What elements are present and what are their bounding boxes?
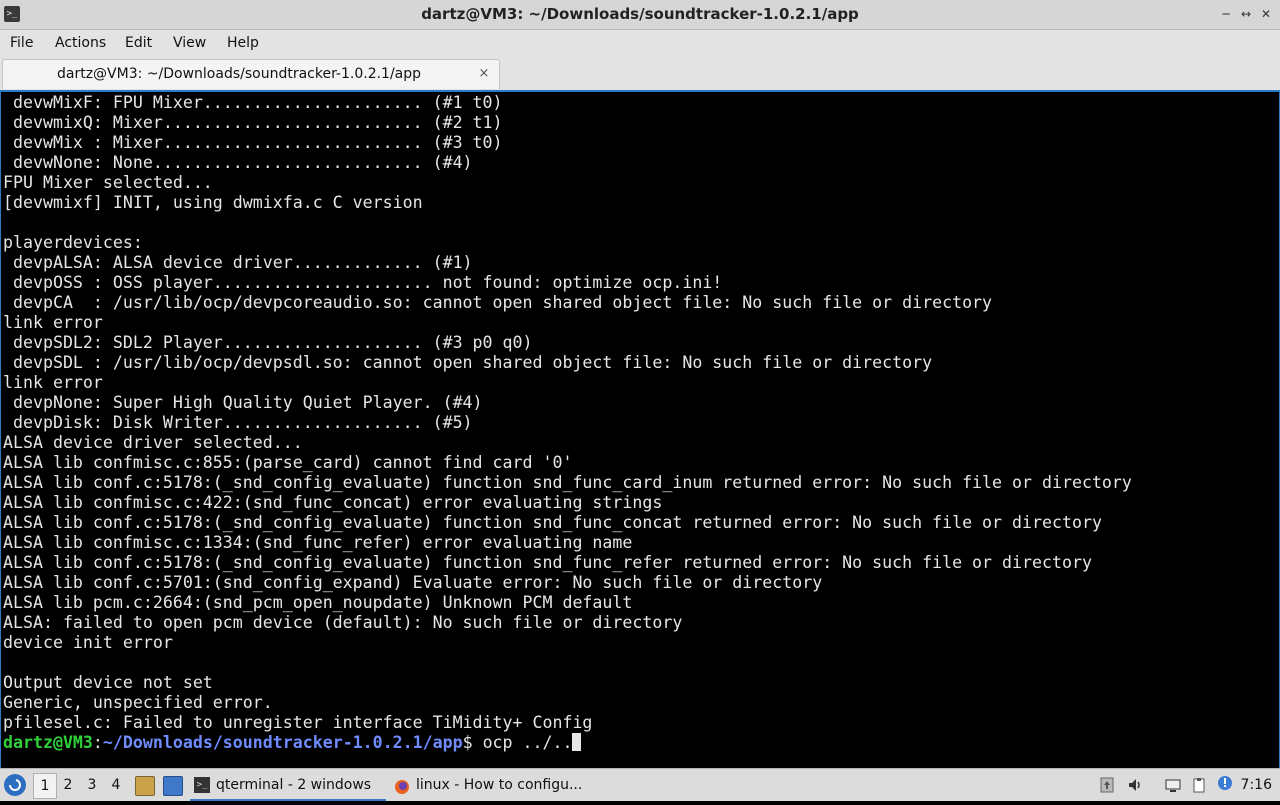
taskbar: 1 2 3 4 >_ qterminal - 2 windows linux -… bbox=[0, 768, 1280, 801]
terminal-line: devpALSA: ALSA device driver............… bbox=[3, 253, 473, 272]
terminal-output: devwMixF: FPU Mixer.....................… bbox=[3, 93, 1132, 753]
terminal-line: devwMix : Mixer.........................… bbox=[3, 133, 503, 152]
clipboard-icon[interactable] bbox=[1190, 776, 1208, 794]
terminal-line: devpSDL : /usr/lib/ocp/devpsdl.so: canno… bbox=[3, 353, 933, 372]
terminal-line: ALSA lib conf.c:5178:(_snd_config_evalua… bbox=[3, 553, 1092, 572]
file-manager-icon[interactable] bbox=[135, 776, 155, 796]
terminal-line: device init error bbox=[3, 633, 173, 652]
workspace-3[interactable]: 3 bbox=[81, 773, 103, 797]
terminal-line: ALSA lib conf.c:5178:(_snd_config_evalua… bbox=[3, 513, 1102, 532]
lxqt-start-icon[interactable] bbox=[4, 774, 26, 796]
firefox-icon bbox=[394, 777, 410, 794]
terminal-icon: >_ bbox=[194, 777, 210, 793]
update-icon[interactable] bbox=[1098, 776, 1116, 794]
network-icon[interactable] bbox=[1164, 776, 1182, 794]
terminal-line: ALSA: failed to open pcm device (default… bbox=[3, 613, 683, 632]
terminal-line: devpSDL2: SDL2 Player...................… bbox=[3, 333, 533, 352]
terminal-line: [devwmixf] INIT, using dwmixfa.c C versi… bbox=[3, 193, 423, 212]
terminal-line: devpCA : /usr/lib/ocp/devpcoreaudio.so: … bbox=[3, 293, 993, 312]
text-cursor bbox=[572, 733, 582, 751]
close-icon[interactable]: ✕ bbox=[1258, 6, 1274, 22]
terminal-line: ALSA lib confmisc.c:422:(snd_func_concat… bbox=[3, 493, 663, 512]
terminal-line: Generic, unspecified error. bbox=[3, 693, 273, 712]
terminal-line: devpDisk: Disk Writer...................… bbox=[3, 413, 473, 432]
terminal-line: ALSA device driver selected... bbox=[3, 433, 303, 452]
minimize-icon[interactable]: ─ bbox=[1218, 6, 1234, 22]
terminal-line: pfilesel.c: Failed to unregister interfa… bbox=[3, 713, 593, 732]
clock[interactable]: 7:16 bbox=[1241, 769, 1272, 801]
prompt-separator: : bbox=[92, 733, 103, 752]
window-title: dartz@VM3: ~/Downloads/soundtracker-1.0.… bbox=[421, 5, 859, 23]
workspace-4[interactable]: 4 bbox=[105, 773, 127, 797]
terminal-area[interactable]: devwMixF: FPU Mixer.....................… bbox=[0, 90, 1280, 769]
terminal-line: Output device not set bbox=[3, 673, 213, 692]
menu-bar: File Actions Edit View Help bbox=[0, 30, 1280, 57]
terminal-line: devwMixF: FPU Mixer.....................… bbox=[3, 93, 503, 112]
maximize-icon[interactable]: ↔ bbox=[1238, 6, 1254, 22]
workspace-2[interactable]: 2 bbox=[57, 773, 79, 797]
terminal-line: ALSA lib conf.c:5701:(snd_config_expand)… bbox=[3, 573, 823, 592]
menu-view[interactable]: View bbox=[173, 30, 206, 57]
terminal-line: link error bbox=[3, 313, 103, 332]
tab-label: dartz@VM3: ~/Downloads/soundtracker-1.0.… bbox=[57, 66, 422, 82]
prompt-command: ocp ../.. bbox=[482, 733, 573, 752]
prompt-path: ~/Downloads/soundtracker-1.0.2.1/app bbox=[102, 733, 463, 752]
terminal-line: devwNone: None..........................… bbox=[3, 153, 473, 172]
desktop-icon[interactable] bbox=[163, 776, 183, 796]
terminal-line: link error bbox=[3, 373, 103, 392]
terminal-line: ALSA lib confmisc.c:855:(parse_card) can… bbox=[3, 453, 573, 472]
terminal-line: devwmixQ: Mixer.........................… bbox=[3, 113, 503, 132]
terminal-line: ALSA lib confmisc.c:1334:(snd_func_refer… bbox=[3, 533, 633, 552]
workspace-1[interactable]: 1 bbox=[33, 773, 57, 799]
terminal-line: FPU Mixer selected... bbox=[3, 173, 213, 192]
terminal-line: devpOSS : OSS player....................… bbox=[3, 273, 723, 292]
menu-file[interactable]: File bbox=[10, 30, 33, 57]
tab-close-icon[interactable]: × bbox=[477, 67, 491, 81]
terminal-line: ALSA lib pcm.c:2664:(snd_pcm_open_noupda… bbox=[3, 593, 633, 612]
task-label: linux - How to configu... bbox=[416, 777, 583, 793]
terminal-line: ALSA lib conf.c:5178:(_snd_config_evalua… bbox=[3, 473, 1132, 492]
menu-edit[interactable]: Edit bbox=[125, 30, 152, 57]
window-titlebar[interactable]: >_ dartz@VM3: ~/Downloads/soundtracker-1… bbox=[0, 0, 1280, 30]
terminal-line: playerdevices: bbox=[3, 233, 143, 252]
tab-bar: dartz@VM3: ~/Downloads/soundtracker-1.0.… bbox=[0, 57, 1280, 90]
menu-actions[interactable]: Actions bbox=[55, 30, 106, 57]
task-qterminal[interactable]: >_ qterminal - 2 windows bbox=[190, 771, 386, 801]
tab-terminal[interactable]: dartz@VM3: ~/Downloads/soundtracker-1.0.… bbox=[2, 59, 500, 89]
task-firefox[interactable]: linux - How to configu... bbox=[390, 771, 590, 799]
terminal-prompt-line[interactable]: dartz@VM3:~/Downloads/soundtracker-1.0.2… bbox=[3, 733, 1132, 753]
menu-help[interactable]: Help bbox=[227, 30, 259, 57]
terminal-line: devpNone: Super High Quality Quiet Playe… bbox=[3, 393, 483, 412]
notification-icon[interactable] bbox=[1216, 774, 1234, 792]
volume-icon[interactable] bbox=[1126, 776, 1144, 794]
prompt-user-host: dartz@VM3 bbox=[3, 733, 93, 752]
task-label: qterminal - 2 windows bbox=[216, 777, 372, 793]
prompt-symbol: $ bbox=[462, 733, 483, 752]
